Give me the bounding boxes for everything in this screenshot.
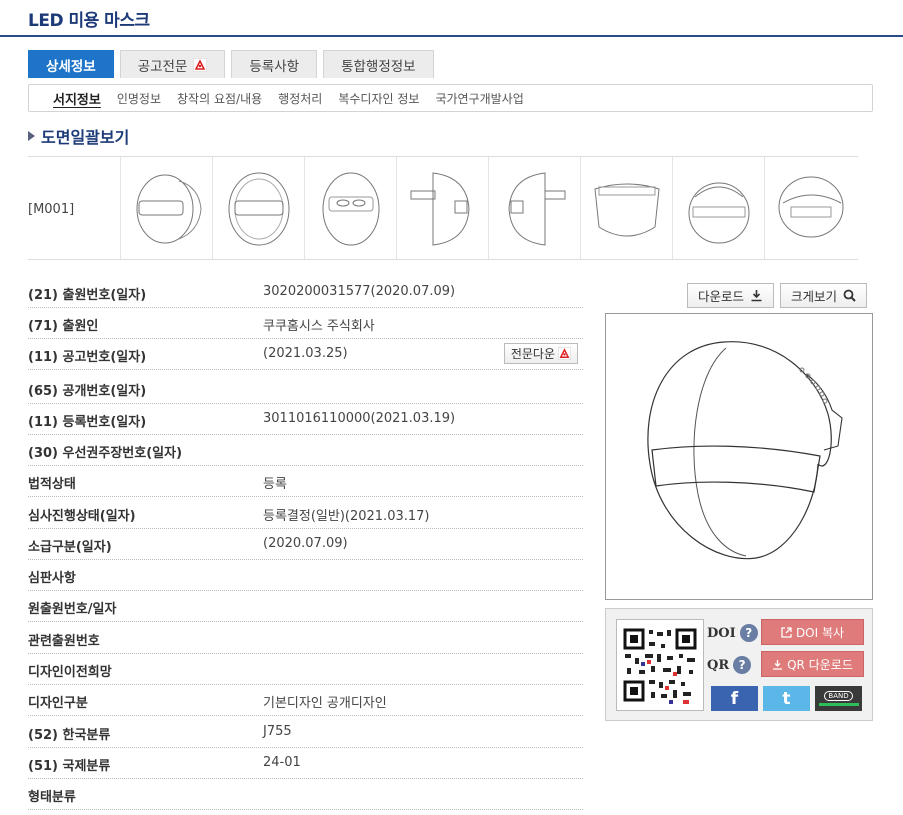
tab-detail[interactable]: 상세정보 <box>28 50 114 78</box>
title-bar: LED 미용 마스크 <box>0 0 903 37</box>
tab-admin-info[interactable]: 통합행정정보 <box>323 50 434 78</box>
table-row: 원출원번호/일자 <box>28 591 583 622</box>
table-row: (11) 등록번호(일자) 3011016110000(2021.03.19) <box>28 404 583 435</box>
external-link-icon <box>781 626 792 638</box>
twitter-icon: t <box>782 688 791 709</box>
subtab-national-rnd[interactable]: 국가연구개발사업 <box>435 90 523 107</box>
design-preview-image[interactable] <box>605 313 873 600</box>
drawing-thumbnail[interactable] <box>580 157 672 259</box>
tab-publication[interactable]: 공고전문 <box>119 50 226 78</box>
table-row: 관련출원번호 <box>28 623 583 654</box>
section-title: 도면일괄보기 <box>28 124 129 148</box>
drawing-thumbnail[interactable] <box>672 157 764 259</box>
zoom-button[interactable]: 크게보기 <box>780 283 868 308</box>
table-row: 형태분류 <box>28 779 583 810</box>
drawing-thumbnail[interactable] <box>396 157 488 259</box>
tab-registration[interactable]: 등록사항 <box>231 50 318 78</box>
drawing-thumbnail[interactable] <box>304 157 396 259</box>
twitter-share-button[interactable]: t <box>763 686 810 711</box>
table-row: (71) 출원인 쿠쿠홈시스 주식회사 <box>28 308 583 339</box>
table-row: (11) 공고번호(일자) (2021.03.25) 전문다운 <box>28 339 583 370</box>
band-stripe <box>818 703 859 706</box>
drawing-thumbnail[interactable] <box>488 157 580 259</box>
pdf-icon <box>193 57 208 72</box>
pdf-icon <box>558 347 571 360</box>
full-text-download-button[interactable]: 전문다운 <box>503 343 578 364</box>
table-row: 심사진행상태(일자) 등록결정(일반)(2021.03.17) <box>28 498 583 529</box>
qr-code-image <box>616 619 704 711</box>
drawing-thumbnail[interactable] <box>764 157 856 259</box>
table-row: 소급구분(일자) (2020.07.09) <box>28 529 583 560</box>
facebook-share-button[interactable]: f <box>711 686 758 711</box>
sub-tabs: 서지정보 인명정보 창작의 요점/내용 행정처리 복수디자인 정보 국가연구개발… <box>28 84 873 112</box>
drawing-code: [M001] <box>28 202 75 217</box>
doi-copy-button[interactable]: DOI 복사 <box>761 619 864 645</box>
main-tabs: 상세정보 공고전문 등록사항 통합행정정보 <box>28 50 434 78</box>
search-icon <box>843 289 856 302</box>
drawing-thumbnail[interactable] <box>120 157 212 259</box>
table-row: 디자인구분 기본디자인 공개디자인 <box>28 685 583 716</box>
table-row: 디자인이전희망 <box>28 654 583 685</box>
qr-label-group: QR ? <box>707 656 752 674</box>
band-icon: BAND <box>824 691 853 701</box>
triangle-bullet-icon <box>28 131 35 141</box>
download-icon <box>751 290 762 302</box>
table-row: (51) 국제분류 24-01 <box>28 748 583 779</box>
help-icon[interactable]: ? <box>739 624 758 642</box>
page-title: LED 미용 마스크 <box>28 11 150 31</box>
share-panel: DOI ? DOI 복사 QR ? QR 다운로드 f t BAND <box>605 608 873 721</box>
table-row: (65) 공개번호(일자) <box>28 373 583 404</box>
subtab-creation-point[interactable]: 창작의 요점/내용 <box>177 90 262 107</box>
table-row: 심판사항 <box>28 560 583 591</box>
band-share-button[interactable]: BAND <box>815 686 862 711</box>
subtab-admin-process[interactable]: 행정처리 <box>278 90 322 107</box>
table-row: 법적상태 등록 <box>28 466 583 497</box>
help-icon[interactable]: ? <box>733 656 752 674</box>
drawing-thumbnail[interactable] <box>212 157 304 259</box>
qr-download-button[interactable]: QR 다운로드 <box>761 651 864 677</box>
table-row: (21) 출원번호(일자) 3020200031577(2020.07.09) <box>28 277 583 308</box>
doi-label-group: DOI ? <box>707 624 758 642</box>
download-icon <box>773 659 783 670</box>
download-button[interactable]: 다운로드 <box>687 283 775 308</box>
image-actions: 다운로드 크게보기 <box>687 283 868 308</box>
drawing-strip: [M001] <box>28 156 858 260</box>
facebook-icon: f <box>730 688 739 709</box>
subtab-bibliographic[interactable]: 서지정보 <box>53 89 101 108</box>
subtab-person[interactable]: 인명정보 <box>117 90 161 107</box>
table-row: (30) 우선권주장번호(일자) <box>28 435 583 466</box>
subtab-multi-design[interactable]: 복수디자인 정보 <box>338 90 419 107</box>
table-row: (52) 한국분류 J755 <box>28 717 583 748</box>
